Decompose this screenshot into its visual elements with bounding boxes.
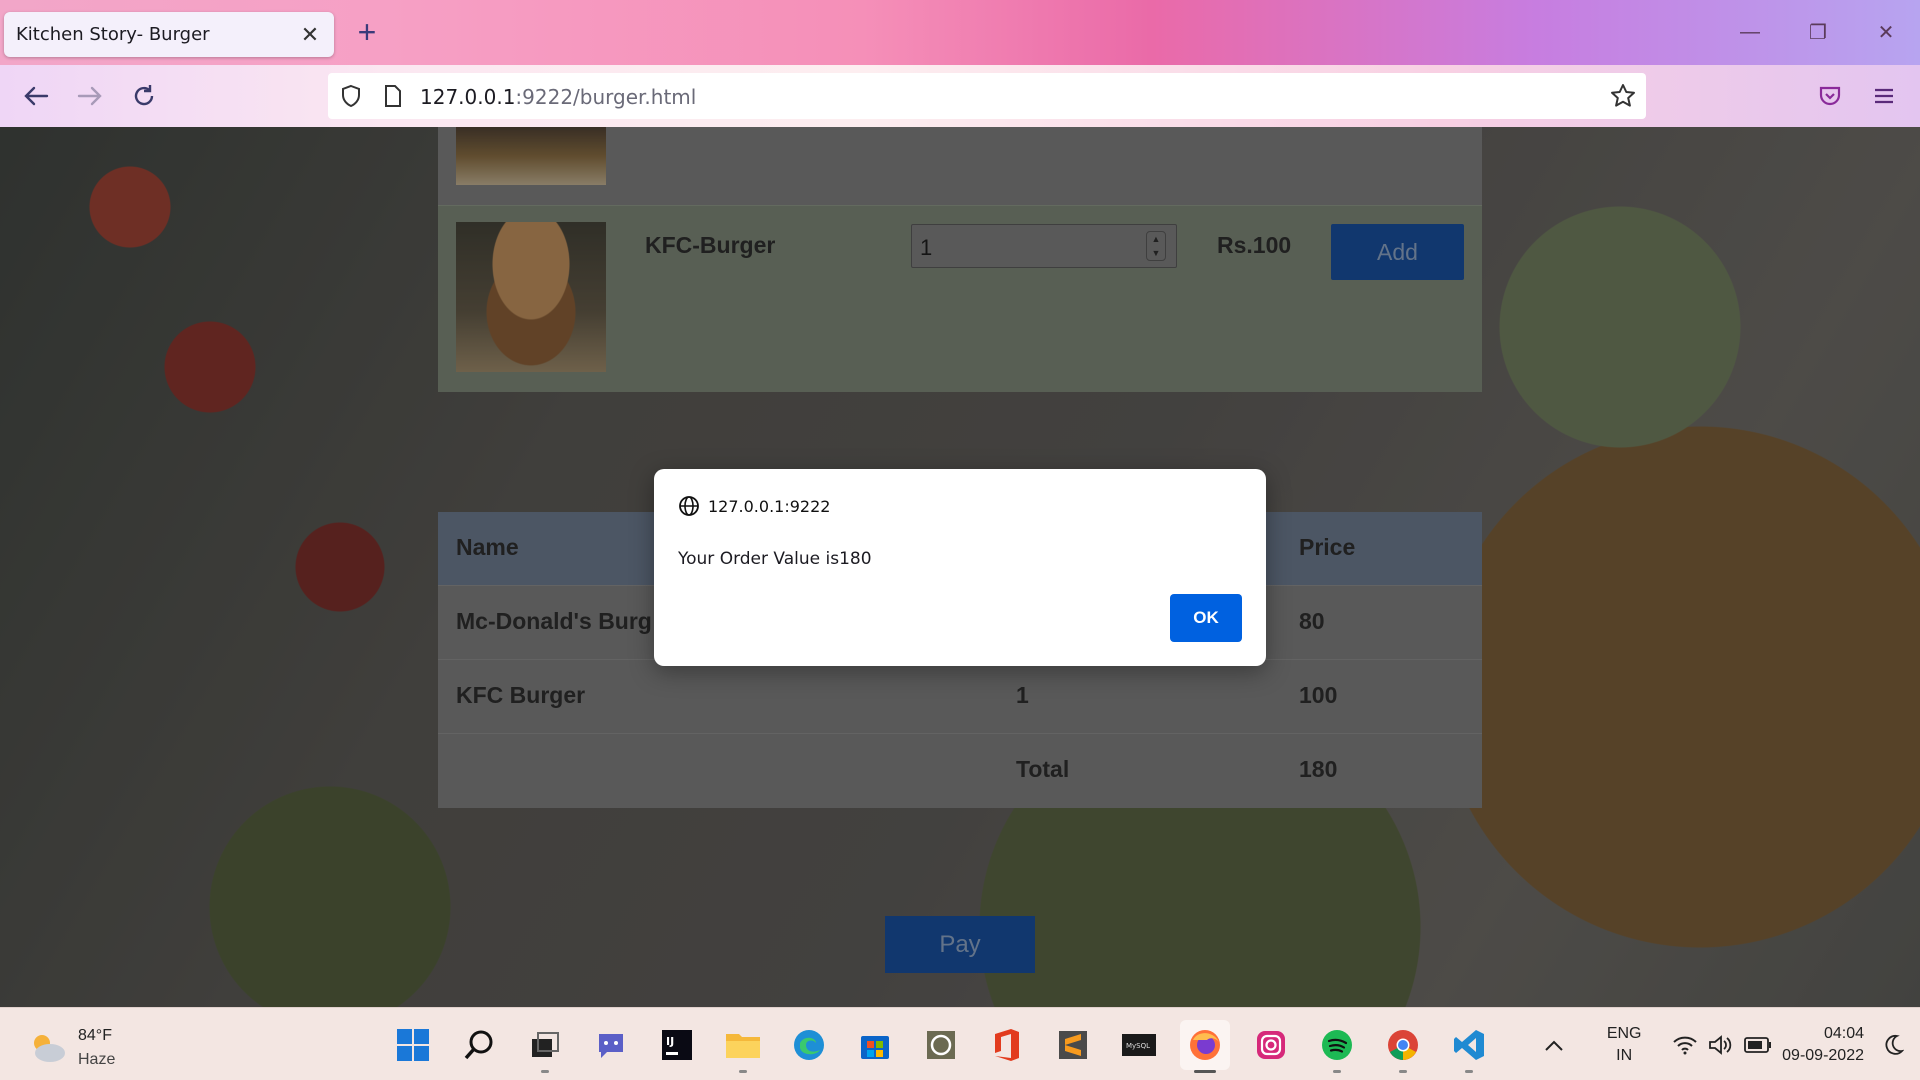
back-arrow-icon bbox=[24, 86, 49, 106]
intellij-button[interactable]: IJ bbox=[652, 1020, 702, 1070]
weather-temp: 84°F bbox=[78, 1027, 112, 1044]
window-controls: — ❐ ✕ bbox=[1716, 0, 1920, 65]
chat-button[interactable] bbox=[586, 1020, 636, 1070]
start-button[interactable] bbox=[388, 1020, 438, 1070]
file-explorer-button[interactable] bbox=[718, 1020, 768, 1073]
dialog-origin-text: 127.0.0.1:9222 bbox=[708, 496, 831, 516]
task-view-button[interactable] bbox=[520, 1020, 570, 1073]
search-icon bbox=[464, 1030, 493, 1060]
browser-navbar: 127.0.0.1:9222/burger.html bbox=[0, 65, 1920, 127]
task-view-icon bbox=[532, 1032, 559, 1057]
instagram-icon bbox=[1257, 1031, 1285, 1059]
spotify-button[interactable] bbox=[1312, 1020, 1362, 1073]
lang-line1: ENG bbox=[1606, 1024, 1642, 1042]
pocket-icon bbox=[1819, 86, 1841, 106]
running-indicator bbox=[1399, 1070, 1407, 1073]
intellij-icon: IJ bbox=[662, 1030, 692, 1060]
new-tab-button[interactable]: + bbox=[352, 14, 382, 50]
forward-button[interactable] bbox=[70, 76, 110, 116]
restore-button[interactable]: ❐ bbox=[1784, 0, 1852, 65]
reload-icon bbox=[134, 85, 154, 106]
running-indicator bbox=[1465, 1070, 1473, 1073]
app-button[interactable] bbox=[916, 1020, 966, 1070]
battery-icon[interactable] bbox=[1744, 1036, 1772, 1054]
file-explorer-icon bbox=[726, 1034, 760, 1058]
url-text[interactable]: 127.0.0.1:9222/burger.html bbox=[420, 85, 696, 109]
weather-desc: Haze bbox=[78, 1051, 116, 1068]
forward-arrow-icon bbox=[77, 86, 102, 106]
running-indicator bbox=[1333, 1070, 1341, 1073]
edge-button[interactable] bbox=[784, 1020, 834, 1070]
store-button[interactable] bbox=[850, 1020, 900, 1070]
mysql-button[interactable]: MySQL bbox=[1114, 1020, 1164, 1070]
url-bar[interactable]: 127.0.0.1:9222/burger.html bbox=[328, 73, 1646, 119]
sublime-icon bbox=[1059, 1031, 1087, 1059]
page-icon bbox=[385, 85, 401, 107]
mysql-icon: MySQL bbox=[1122, 1034, 1156, 1056]
url-path: :9222/burger.html bbox=[515, 85, 697, 109]
svg-text:MySQL: MySQL bbox=[1126, 1042, 1150, 1050]
tab-active[interactable]: Kitchen Story- Burger ✕ bbox=[4, 12, 334, 57]
edge-icon bbox=[794, 1030, 824, 1060]
office-icon bbox=[995, 1029, 1019, 1061]
svg-text:IJ: IJ bbox=[666, 1035, 674, 1048]
office-button[interactable] bbox=[982, 1020, 1032, 1070]
alert-dialog: 127.0.0.1:9222 Your Order Value is180 OK bbox=[654, 469, 1266, 666]
running-indicator bbox=[739, 1070, 747, 1073]
back-button[interactable] bbox=[16, 76, 56, 116]
running-indicator bbox=[541, 1070, 549, 1073]
weather-icon bbox=[34, 1035, 65, 1062]
moon-icon[interactable] bbox=[1882, 1034, 1904, 1056]
start-icon bbox=[397, 1029, 429, 1061]
reload-button[interactable] bbox=[124, 76, 164, 116]
close-window-button[interactable]: ✕ bbox=[1852, 0, 1920, 65]
chrome-icon bbox=[1388, 1030, 1418, 1060]
taskbar-apps: IJ MySQL bbox=[388, 1020, 1494, 1073]
running-indicator bbox=[1194, 1070, 1216, 1073]
chevron-up-icon[interactable] bbox=[1544, 1038, 1564, 1052]
instagram-button[interactable] bbox=[1246, 1020, 1296, 1070]
volume-icon[interactable] bbox=[1708, 1034, 1734, 1056]
store-icon bbox=[861, 1036, 889, 1059]
taskbar: 84°F Haze IJ MySQL ENG IN 04:04 09-09-20… bbox=[0, 1007, 1920, 1080]
ok-button[interactable]: OK bbox=[1170, 594, 1242, 642]
shield-icon[interactable] bbox=[340, 84, 362, 108]
dialog-origin: 127.0.0.1:9222 bbox=[678, 495, 830, 517]
hamburger-menu-icon bbox=[1875, 88, 1893, 104]
tab-title: Kitchen Story- Burger bbox=[16, 24, 210, 45]
weather-widget[interactable]: 84°F Haze bbox=[28, 1024, 115, 1072]
search-button[interactable] bbox=[454, 1020, 504, 1070]
clock[interactable]: 04:04 09-09-2022 bbox=[1782, 1023, 1864, 1067]
chat-icon bbox=[599, 1034, 623, 1058]
minimize-button[interactable]: — bbox=[1716, 0, 1784, 65]
browser-titlebar: Kitchen Story- Burger ✕ + — ❐ ✕ bbox=[0, 0, 1920, 65]
time: 04:04 bbox=[1823, 1024, 1864, 1042]
app-menu-button[interactable] bbox=[1864, 76, 1904, 116]
system-tray: ENG IN 04:04 09-09-2022 bbox=[1544, 1008, 1920, 1080]
vscode-button[interactable] bbox=[1444, 1020, 1494, 1073]
date: 09-09-2022 bbox=[1782, 1046, 1864, 1064]
pocket-button[interactable] bbox=[1810, 76, 1850, 116]
url-host: 127.0.0.1 bbox=[420, 85, 516, 109]
chrome-button[interactable] bbox=[1378, 1020, 1428, 1073]
dialog-message: Your Order Value is180 bbox=[678, 549, 872, 569]
sublime-button[interactable] bbox=[1048, 1020, 1098, 1070]
language-indicator[interactable]: ENG IN bbox=[1594, 1023, 1654, 1067]
tab-close-icon[interactable]: ✕ bbox=[298, 22, 322, 48]
bookmark-star-icon[interactable] bbox=[1610, 83, 1636, 109]
lang-line2: IN bbox=[1616, 1046, 1633, 1064]
wifi-icon[interactable] bbox=[1672, 1035, 1698, 1055]
vscode-icon bbox=[1454, 1030, 1484, 1060]
app-icon bbox=[927, 1031, 955, 1059]
firefox-button[interactable] bbox=[1180, 1020, 1230, 1073]
firefox-icon bbox=[1190, 1030, 1220, 1060]
spotify-icon bbox=[1322, 1030, 1352, 1060]
globe-icon bbox=[679, 496, 699, 516]
